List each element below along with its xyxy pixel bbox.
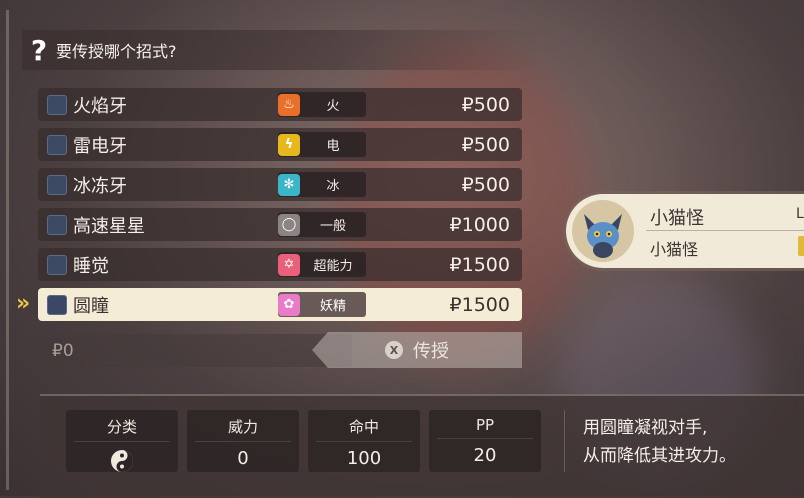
type-icon: ◯: [278, 213, 300, 236]
category-status-icon: [66, 448, 178, 479]
move-checkbox[interactable]: [47, 294, 67, 315]
type-icon: ϟ: [278, 133, 300, 156]
stat-power: 威力 0: [187, 410, 299, 472]
move-price: ₽500: [461, 173, 510, 196]
selection-cursor-icon: »: [16, 291, 31, 316]
move-price: ₽500: [461, 133, 510, 156]
question-icon: ?: [30, 33, 48, 67]
move-price: ₽500: [461, 93, 510, 116]
stat-pp-value: 20: [473, 445, 497, 466]
move-row[interactable]: 圆瞳 ✿ 妖精 ₽1500: [38, 288, 522, 321]
stat-category: 分类: [66, 410, 178, 472]
stat-power-value: 0: [237, 448, 249, 469]
move-name: 冰冻牙: [73, 175, 127, 197]
move-row[interactable]: 冰冻牙 ✻ 冰 ₽500: [38, 168, 522, 201]
pokemon-card[interactable]: 小猫怪 小猫怪 L: [566, 194, 804, 268]
move-checkbox[interactable]: [47, 174, 67, 195]
move-row[interactable]: 雷电牙 ϟ 电 ₽500: [38, 128, 522, 161]
move-price: ₽1000: [449, 213, 510, 236]
move-row[interactable]: 火焰牙 ♨ 火 ₽500: [38, 88, 522, 121]
stat-pp: PP 20: [429, 410, 541, 472]
move-info-panel: 分类 威力 0 命中 100 PP 20 用圆瞳凝视对手, 从而降低其进攻力。: [40, 394, 804, 498]
card-divider: [646, 230, 804, 231]
stat-accuracy-value: 100: [346, 448, 382, 469]
move-type: ✡ 超能力: [278, 252, 366, 277]
type-name: 妖精: [319, 299, 346, 314]
move-name: 睡觉: [73, 255, 109, 277]
stat-power-label: 威力: [195, 416, 291, 442]
move-name: 雷电牙: [73, 135, 127, 157]
move-checkbox[interactable]: [47, 134, 67, 155]
stat-category-label: 分类: [74, 416, 170, 442]
type-name: 一般: [319, 219, 346, 234]
move-type: ♨ 火: [278, 92, 366, 117]
move-description: 用圆瞳凝视对手, 从而降低其进攻力。: [583, 414, 736, 470]
pokemon-name: 小猫怪: [650, 208, 704, 229]
move-name: 火焰牙: [73, 95, 127, 117]
teach-button[interactable]: X 传授: [312, 332, 522, 368]
type-icon: ♨: [278, 93, 300, 116]
description-line-1: 用圆瞳凝视对手,: [583, 418, 708, 438]
type-name: 超能力: [313, 259, 353, 274]
frame-border: [6, 10, 25, 490]
move-price: ₽1500: [449, 293, 510, 316]
type-icon: ✡: [278, 253, 300, 276]
money-display: ₽0: [38, 334, 352, 367]
panel-divider: [564, 410, 565, 472]
move-price: ₽1500: [449, 253, 510, 276]
type-name: 火: [326, 99, 340, 114]
move-type: ✿ 妖精: [278, 292, 366, 317]
level-label: L: [796, 206, 804, 222]
pokemon-species: 小猫怪: [650, 240, 699, 259]
type-name: 冰: [326, 179, 340, 194]
move-checkbox[interactable]: [47, 254, 67, 275]
item-badge-icon: [798, 236, 804, 256]
teach-button-label: 传授: [413, 341, 449, 362]
move-list: 火焰牙 ♨ 火 ₽500 雷电牙 ϟ 电 ₽500 冰冻牙 ✻ 冰 ₽500 高速星星 ◯ 一般 ₽1000 睡…: [38, 88, 522, 328]
type-name: 电: [326, 139, 340, 154]
type-icon: ✻: [278, 173, 300, 196]
type-icon: ✿: [278, 293, 300, 316]
stat-accuracy: 命中 100: [308, 410, 420, 472]
stat-accuracy-label: 命中: [316, 416, 412, 442]
move-checkbox[interactable]: [47, 214, 67, 235]
move-type: ϟ电: [278, 132, 366, 157]
x-button-icon: X: [385, 341, 403, 359]
move-name: 圆瞳: [73, 295, 109, 317]
move-checkbox[interactable]: [47, 94, 67, 115]
move-row[interactable]: 睡觉 ✡ 超能力 ₽1500: [38, 248, 522, 281]
move-type: ◯ 一般: [278, 212, 366, 237]
move-type: ✻ 冰: [278, 172, 366, 197]
prompt-text: 要传授哪个招式?: [56, 42, 177, 61]
stat-pp-label: PP: [437, 416, 533, 439]
prompt-header: ? 要传授哪个招式?: [22, 30, 542, 70]
description-line-2: 从而降低其进攻力。: [583, 446, 736, 466]
move-row[interactable]: 高速星星 ◯ 一般 ₽1000: [38, 208, 522, 241]
move-name: 高速星星: [73, 215, 145, 237]
pokemon-portrait: [572, 200, 634, 262]
